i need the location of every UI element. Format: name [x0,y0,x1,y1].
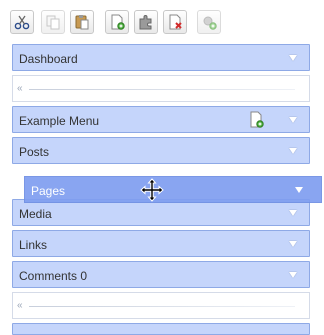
scissors-icon [14,15,30,30]
menu-item-posts[interactable]: Posts [12,137,310,164]
chevron-down-icon[interactable] [289,272,297,278]
menu-item-example-menu[interactable]: Example Menu [12,106,310,133]
slider-track [29,306,295,307]
copy-icon [46,15,60,30]
paste-icon [75,15,89,30]
dragging-menu-item-pages[interactable]: Pages [24,176,322,203]
menu-item-label: Media [19,207,52,221]
delete-button[interactable] [163,10,187,34]
copy-button[interactable] [41,10,65,34]
collapse-icon[interactable]: « [17,300,23,311]
delete-document-icon [169,14,182,30]
menu-item-comments[interactable]: Comments 0 [12,261,310,288]
add-document-icon[interactable] [249,111,265,132]
add-gear-icon [203,16,217,30]
menu-item-label: Posts [19,145,50,159]
new-document-icon [111,14,125,30]
menu-item-media[interactable]: Media [12,199,310,226]
menu-item-label: Links [19,238,48,252]
menu-item-label: Pages [31,184,66,198]
move-cursor-icon [140,178,164,202]
add-module-button[interactable] [134,10,158,34]
menu-item-label: Dashboard [19,52,78,66]
new-item-button[interactable] [105,10,129,34]
chevron-down-icon[interactable] [289,241,297,247]
paste-button[interactable] [70,10,94,34]
chevron-down-icon[interactable] [289,55,297,61]
menu-item-label: Comments 0 [19,269,88,283]
collapse-slider[interactable]: « [12,75,310,102]
menu-item-links[interactable]: Links [12,230,310,257]
menu-item-dashboard[interactable]: Dashboard [12,44,310,71]
menu-item-partial[interactable] [12,323,310,335]
chevron-down-icon[interactable] [289,148,297,154]
menu-item-label: Example Menu [19,114,100,128]
slider-track [29,89,295,90]
collapse-slider[interactable]: « [12,292,310,319]
chevron-down-icon[interactable] [289,117,297,123]
cut-button[interactable] [10,10,34,34]
collapse-icon[interactable]: « [17,83,23,94]
add-widget-button[interactable] [197,10,221,34]
puzzle-icon [139,15,152,30]
chevron-down-icon[interactable] [295,187,303,193]
chevron-down-icon[interactable] [289,210,297,216]
